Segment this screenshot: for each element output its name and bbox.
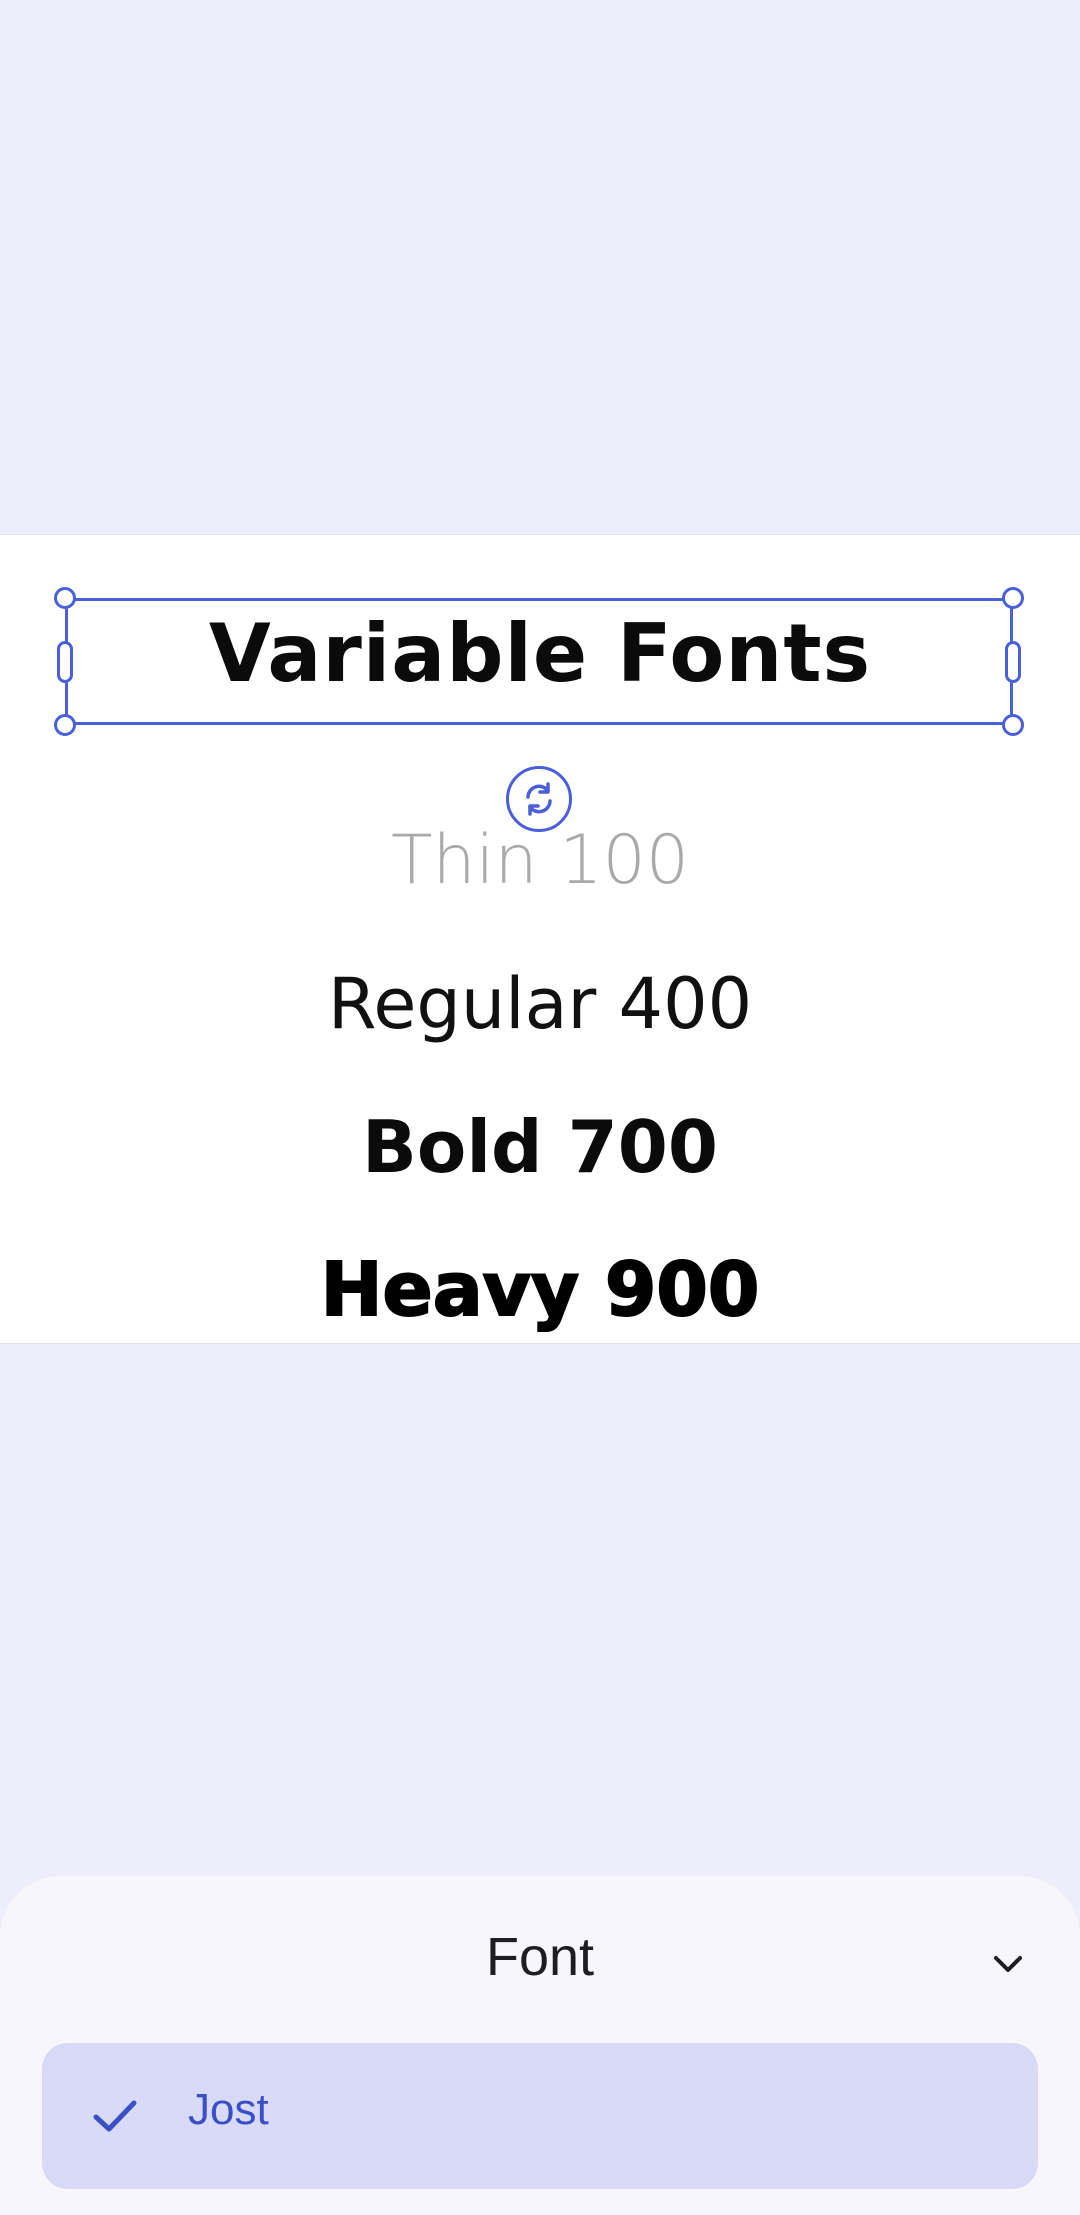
check-icon xyxy=(93,2100,137,2132)
font-option-label: Jost xyxy=(188,2085,269,2134)
regular-400-text[interactable]: Regular 400 xyxy=(0,963,1080,1045)
canvas-card: Variable Fonts Thin 100 Regular 400 Bold… xyxy=(0,534,1080,1344)
rotate-icon[interactable] xyxy=(506,766,572,832)
resize-handle-bottom-left[interactable] xyxy=(54,714,76,736)
selection-box[interactable] xyxy=(65,598,1013,725)
thin-100-text[interactable]: Thin 100 xyxy=(0,821,1080,900)
editor-screen: Variable Fonts Thin 100 Regular 400 Bold… xyxy=(0,0,1080,2215)
resize-handle-left[interactable] xyxy=(57,641,73,683)
resize-handle-right[interactable] xyxy=(1005,641,1021,683)
heavy-900-text[interactable]: Heavy 900 xyxy=(0,1246,1080,1334)
resize-handle-bottom-right[interactable] xyxy=(1002,714,1024,736)
chevron-down-icon[interactable] xyxy=(988,1944,1028,1984)
font-option-jost[interactable]: Jost xyxy=(42,2043,1038,2189)
font-bottom-sheet: Font Jost xyxy=(0,1876,1080,2215)
resize-handle-top-right[interactable] xyxy=(1002,587,1024,609)
sheet-title: Font xyxy=(485,1927,595,1987)
bold-700-text[interactable]: Bold 700 xyxy=(0,1105,1080,1189)
resize-handle-top-left[interactable] xyxy=(54,587,76,609)
